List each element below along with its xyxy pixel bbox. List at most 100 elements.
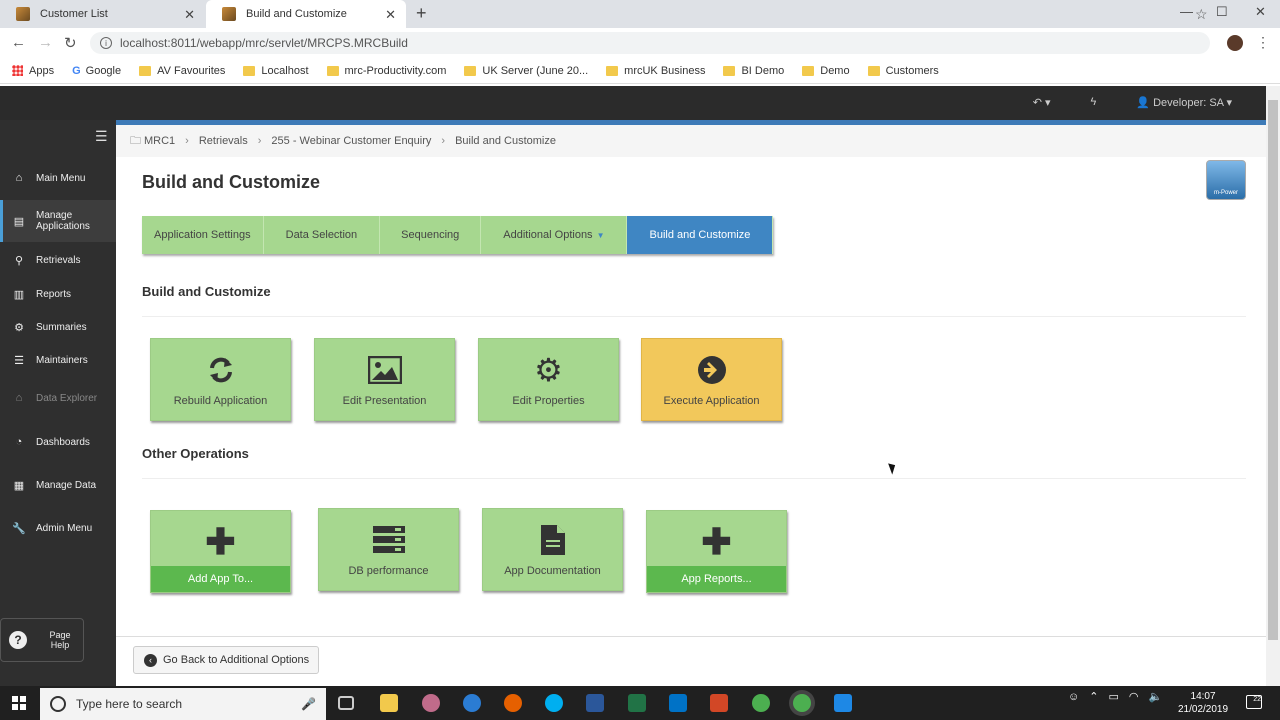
bookmark-apps[interactable]: Apps [12, 65, 54, 77]
page-help-label: Page Help [49, 630, 71, 650]
bookmark-star-icon[interactable]: ☆ [1195, 6, 1208, 23]
hamburger-menu-icon[interactable]: ☰ [95, 128, 108, 145]
browser-menu-icon[interactable]: ⋮ [1256, 34, 1270, 51]
taskbar-search[interactable]: Type here to search 🎤 [40, 688, 326, 720]
info-icon[interactable]: i [100, 37, 112, 49]
taskbar-clock[interactable]: 14:07 21/02/2019 [1178, 690, 1228, 716]
logo-text: m-Power [1213, 190, 1238, 196]
folder-icon [802, 65, 815, 76]
clock-date: 21/02/2019 [1178, 704, 1229, 715]
bolt-icon[interactable]: ϟ [1091, 96, 1097, 109]
sidebar-item-dashboards[interactable]: ◔ Dashboards [0, 430, 116, 454]
close-tab-icon[interactable]: ✕ [385, 7, 396, 23]
folder-icon [723, 65, 736, 76]
db-performance-tile[interactable]: DB performance [318, 508, 459, 591]
breadcrumb-item[interactable]: MRC1 [144, 135, 175, 147]
sidebar-item-summaries[interactable]: ⚙ Summaries [0, 315, 116, 339]
bookmark-folder[interactable]: Customers [867, 65, 939, 77]
breadcrumb-item[interactable]: 255 - Webinar Customer Enquiry [271, 135, 431, 147]
chevron-right-icon: › [185, 135, 189, 147]
breadcrumb-item-current: Build and Customize [455, 135, 556, 147]
snowflake-app-icon[interactable] [834, 694, 852, 712]
system-tray: ☺ ⌃ ▭ ◠ 🔈 [1068, 690, 1162, 704]
tile-label: Edit Properties [512, 395, 585, 407]
user-menu[interactable]: 👤 Developer: SA ▾ [1136, 96, 1232, 109]
word-icon[interactable] [586, 694, 604, 712]
section-divider [142, 478, 1246, 479]
skype-icon[interactable] [545, 694, 563, 712]
edit-presentation-tile[interactable]: Edit Presentation [314, 338, 455, 421]
maximize-icon[interactable]: ☐ [1216, 4, 1228, 20]
tab-sequencing[interactable]: Sequencing [380, 216, 482, 254]
sidebar-item-data-explorer[interactable]: ⌂ Data Explorer [0, 386, 116, 410]
bookmark-folder[interactable]: mrcUK Business [606, 65, 705, 77]
chrome-active-icon[interactable] [793, 694, 811, 712]
bookmark-folder[interactable]: AV Favourites [139, 65, 225, 77]
server-icon: ☰ [14, 354, 24, 367]
scrollbar-thumb[interactable] [1268, 100, 1278, 640]
building-icon: ⌂ [15, 392, 23, 404]
battery-icon[interactable]: ▭ [1108, 690, 1118, 703]
bookmark-folder[interactable]: BI Demo [723, 65, 784, 77]
forward-arrow-icon[interactable]: → [38, 34, 53, 51]
window-close-icon[interactable]: ✕ [1255, 4, 1266, 20]
breadcrumb-item[interactable]: Retrievals [199, 135, 248, 147]
notification-icon[interactable]: 22 [1246, 695, 1262, 709]
wifi-icon[interactable]: ◠ [1129, 690, 1139, 703]
powerpoint-icon[interactable] [710, 694, 728, 712]
bookmark-label: Localhost [261, 64, 309, 77]
tab-title: Build and Customize [246, 8, 347, 20]
reload-icon[interactable]: ↻ [64, 34, 77, 52]
profile-avatar[interactable] [1227, 35, 1243, 51]
execute-application-tile[interactable]: Execute Application [641, 338, 782, 421]
url-field[interactable]: i localhost:8011/webapp/mrc/servlet/MRCP… [90, 32, 1210, 54]
tab-label: Application Settings [154, 229, 251, 241]
bookmark-label: Google [85, 64, 122, 77]
task-view-icon[interactable] [338, 696, 354, 710]
file-explorer-icon[interactable] [380, 694, 398, 712]
back-arrow-icon[interactable]: ← [11, 34, 26, 51]
tab-build-and-customize[interactable]: Build and Customize [627, 216, 774, 254]
sidebar-item-admin-menu[interactable]: 🔧 Admin Menu [0, 516, 116, 540]
microphone-icon[interactable]: 🎤 [301, 697, 316, 711]
add-app-to-tile[interactable]: ✚ Add App To... [150, 510, 291, 593]
rebuild-application-tile[interactable]: Rebuild Application [150, 338, 291, 421]
edit-properties-tile[interactable]: ⚙ Edit Properties [478, 338, 619, 421]
address-bar-row: ← → ↻ i localhost:8011/webapp/mrc/servle… [0, 28, 1280, 58]
bookmark-folder[interactable]: UK Server (June 20... [464, 65, 588, 77]
tab-additional-options[interactable]: Additional Options ▼ [481, 216, 628, 254]
close-tab-icon[interactable]: ✕ [184, 7, 195, 23]
people-icon[interactable]: ☺ [1068, 691, 1079, 703]
browser-tab-customer-list[interactable]: Customer List ✕ [0, 0, 205, 28]
new-tab-plus-icon[interactable]: + [416, 3, 427, 24]
chrome-icon[interactable] [752, 694, 770, 712]
bookmark-folder[interactable]: Demo [802, 65, 850, 77]
sidebar-item-reports[interactable]: ▥ Reports [0, 282, 116, 306]
browser-tab-build-and-customize[interactable]: Build and Customize ✕ [206, 0, 406, 28]
firefox-icon[interactable] [504, 694, 522, 712]
app-documentation-tile[interactable]: App Documentation [482, 508, 623, 591]
tab-data-selection[interactable]: Data Selection [263, 216, 381, 254]
sidebar-item-manage-applications[interactable]: ▤ Manage Applications [0, 200, 116, 242]
tab-application-settings[interactable]: Application Settings [142, 216, 264, 254]
edge-icon[interactable] [463, 694, 481, 712]
windows-start-icon[interactable] [12, 696, 26, 710]
outlook-icon[interactable] [669, 694, 687, 712]
bookmark-folder[interactable]: Localhost [243, 64, 309, 77]
volume-icon[interactable]: 🔈 [1148, 690, 1162, 703]
chevron-up-icon[interactable]: ⌃ [1089, 690, 1098, 703]
go-back-button[interactable]: ‹ Go Back to Additional Options [133, 646, 319, 674]
undo-dropdown-icon[interactable]: ↶ ▾ [1033, 96, 1051, 109]
sidebar-item-maintainers[interactable]: ☰ Maintainers [0, 348, 116, 372]
app-reports-tile[interactable]: ✚ App Reports... [646, 510, 787, 593]
excel-icon[interactable] [628, 694, 646, 712]
bookmark-google[interactable]: G Google [72, 65, 121, 77]
bookmark-label: Apps [29, 64, 55, 77]
sidebar-item-retrievals[interactable]: ⚲ Retrievals [0, 248, 116, 272]
minimize-icon[interactable]: — [1180, 4, 1193, 19]
bookmark-folder[interactable]: mrc-Productivity.com [326, 65, 446, 77]
sidebar-item-main-menu[interactable]: ⌂ Main Menu [0, 166, 116, 190]
sidebar-item-manage-data[interactable]: ▦ Manage Data [0, 473, 116, 497]
page-help-button[interactable]: ? Page Help [0, 618, 84, 662]
snipping-tool-icon[interactable] [422, 694, 440, 712]
